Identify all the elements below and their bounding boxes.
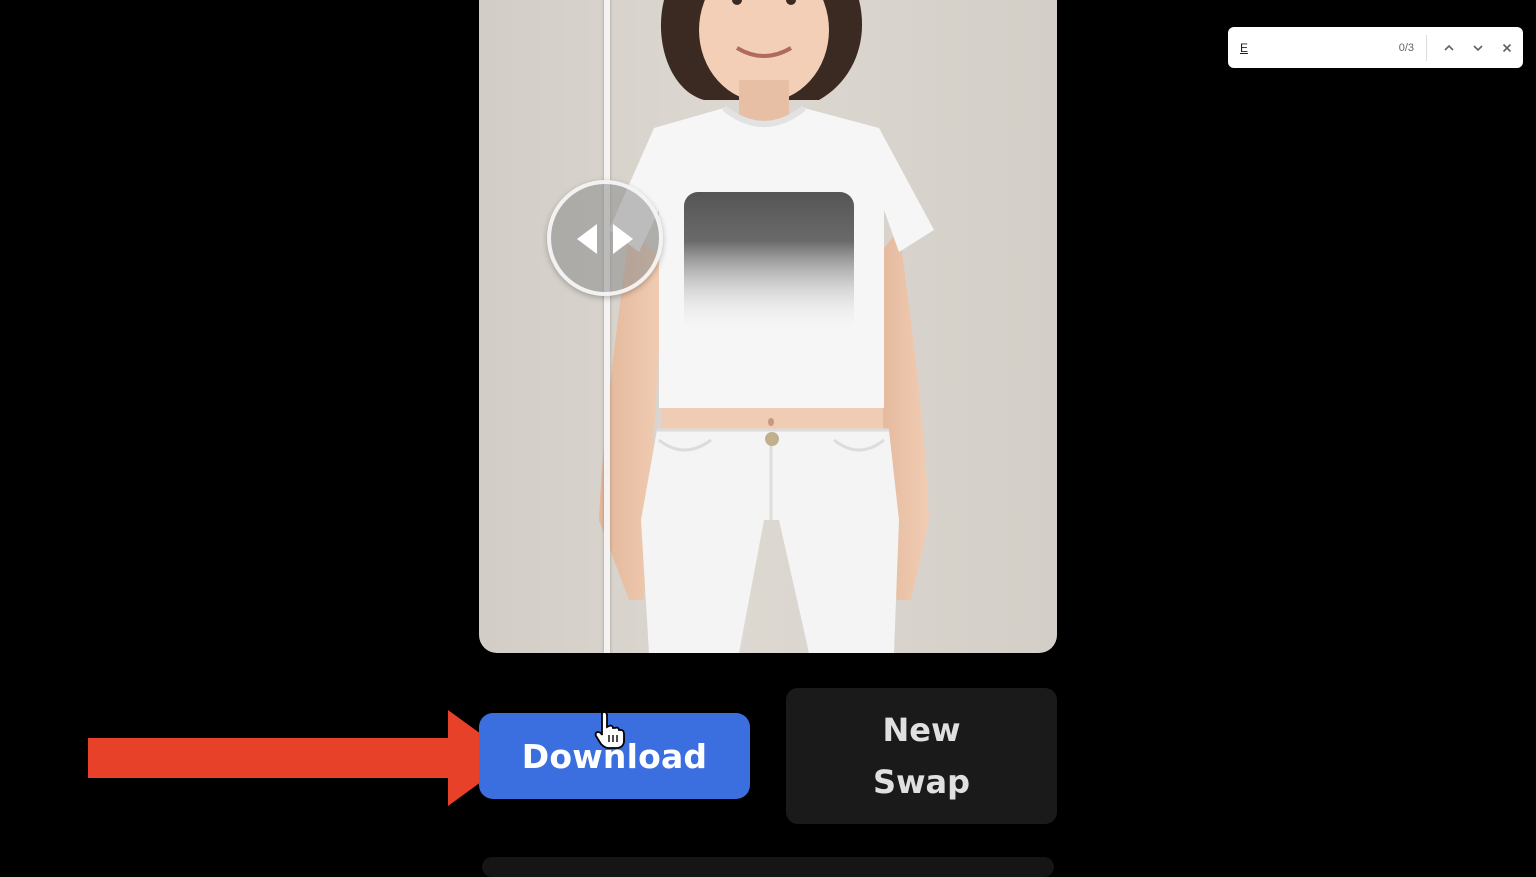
new-swap-button-label: New Swap (872, 711, 971, 801)
find-close-button[interactable] (1494, 35, 1520, 61)
find-separator (1426, 34, 1427, 61)
new-swap-button[interactable]: New Swap (786, 688, 1057, 824)
chevron-up-icon (1444, 44, 1454, 51)
find-next-button[interactable] (1465, 35, 1491, 61)
bottom-panel-edge (482, 857, 1054, 877)
annotation-arrow (88, 710, 514, 806)
chevron-down-icon (1473, 44, 1483, 51)
compare-slider-handle[interactable] (547, 180, 663, 296)
model-photo (599, 0, 934, 653)
find-in-page-bar: 0/3 (1228, 27, 1523, 68)
compare-divider[interactable] (604, 0, 610, 653)
find-input[interactable] (1240, 40, 1380, 55)
hand-cursor-icon (594, 711, 625, 749)
find-previous-button[interactable] (1436, 35, 1462, 61)
find-match-count: 0/3 (1398, 41, 1414, 54)
close-icon (1502, 43, 1512, 52)
left-right-arrows-icon (577, 224, 633, 254)
before-after-image (479, 0, 1057, 653)
